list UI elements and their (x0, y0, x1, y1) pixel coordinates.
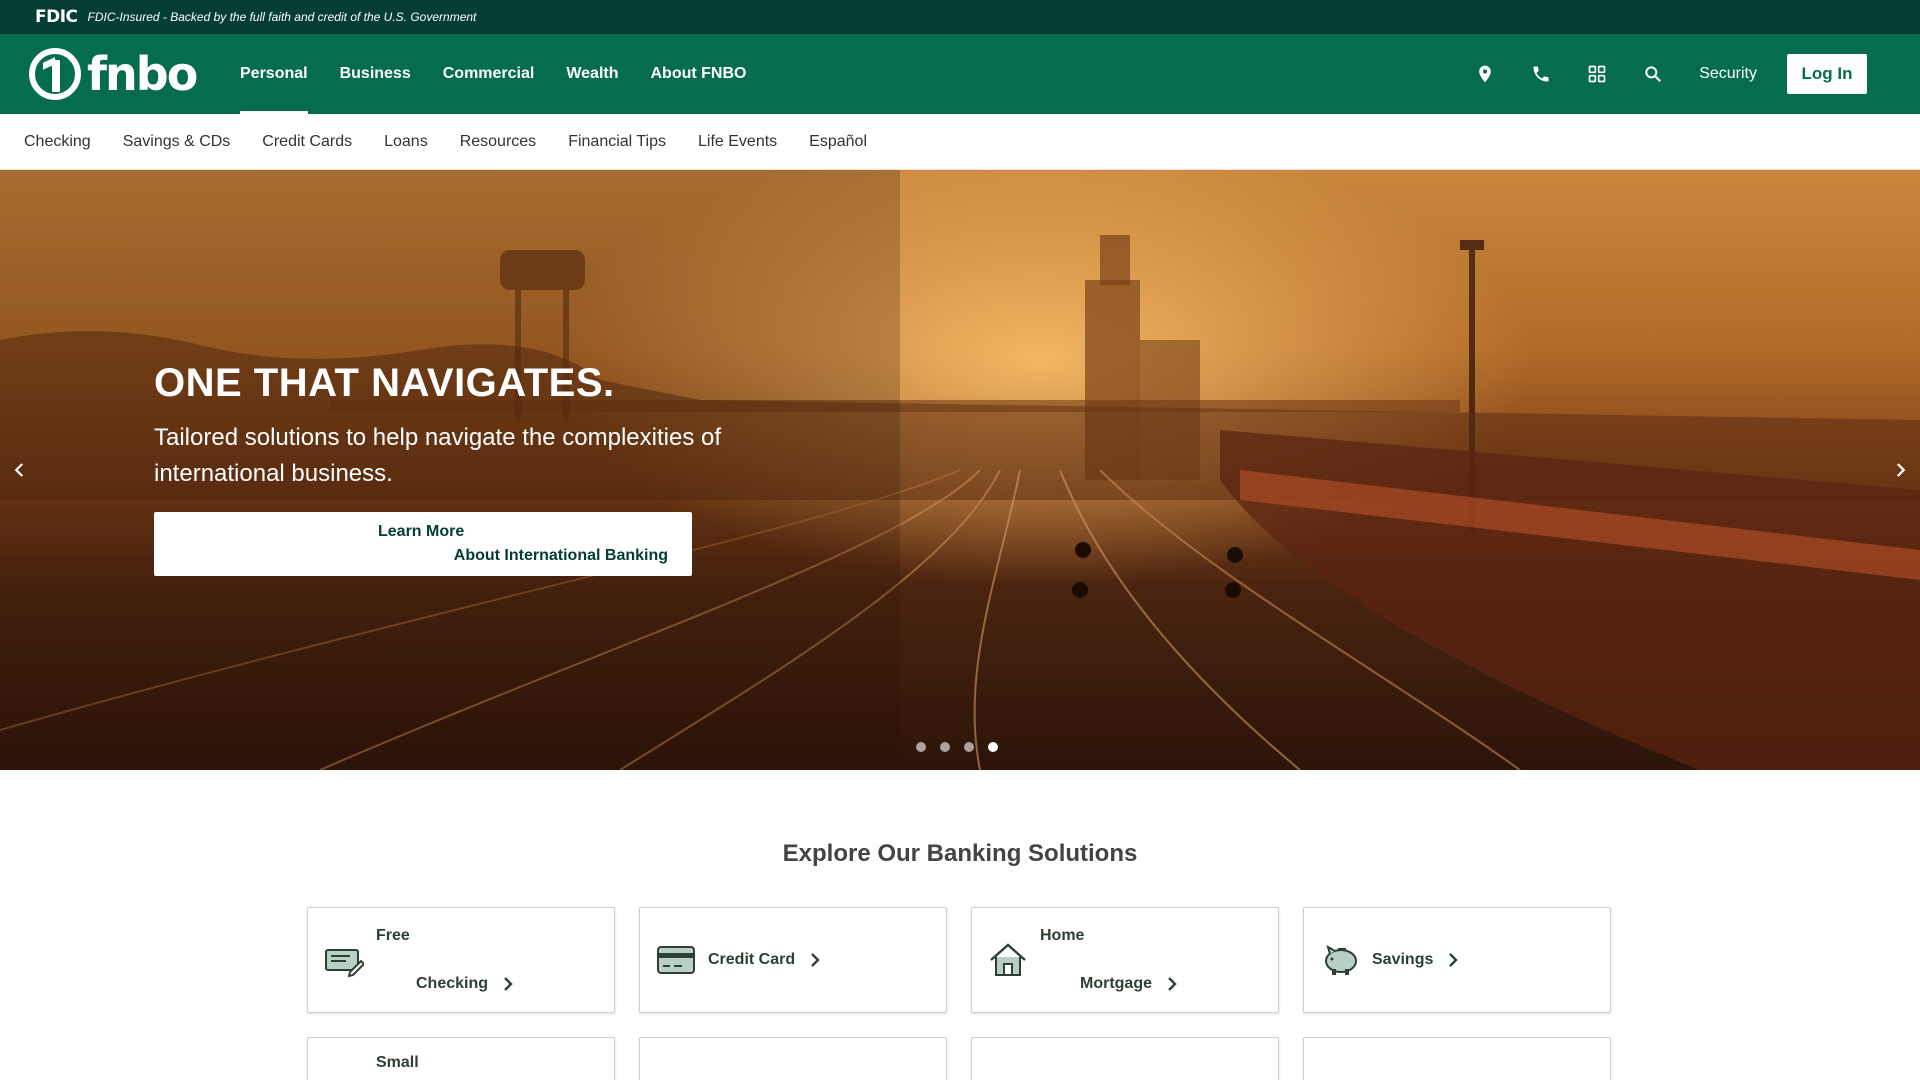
carousel-dot-4[interactable] (988, 742, 998, 752)
nav-business[interactable]: Business (324, 34, 427, 114)
subnav-credit-cards[interactable]: Credit Cards (246, 133, 368, 151)
subnav-life-events[interactable]: Life Events (682, 133, 793, 151)
piggy-bank-icon (1325, 944, 1357, 975)
solution-card-free-checking[interactable]: Free Checking (307, 907, 615, 1013)
card-label: Savings (1372, 951, 1434, 968)
carousel-dot-2[interactable] (940, 742, 950, 752)
chevron-right-icon (811, 953, 820, 967)
hero-title-strong: ONE (154, 361, 243, 405)
checkbook-icon (325, 949, 364, 978)
nav-commercial[interactable]: Commercial (427, 34, 551, 114)
nav-label: About FNBO (650, 65, 747, 82)
card-label-line-1: Free (376, 927, 410, 944)
primary-nav: Personal Business Commercial Wealth Abou… (224, 34, 762, 114)
learn-more-international-banking-button[interactable]: Learn More About International Banking (154, 512, 692, 576)
carousel-dot-1[interactable] (916, 742, 926, 752)
carousel-next-button[interactable] (1880, 438, 1920, 502)
subnav-checking[interactable]: Checking (8, 133, 107, 151)
security-link[interactable]: Security (1681, 65, 1787, 83)
house-icon (990, 943, 1026, 976)
nav-personal[interactable]: Personal (224, 34, 324, 114)
solution-card-8[interactable] (1303, 1037, 1611, 1080)
header-tools: Security Log In (1457, 34, 1867, 114)
carousel-dots (916, 742, 998, 752)
nav-label: Business (339, 65, 411, 82)
cta-line-1: Learn More (378, 523, 465, 540)
carousel-dot-3[interactable] (964, 742, 974, 752)
explore-heading: Explore Our Banking Solutions (782, 840, 1138, 867)
chevron-right-icon (1896, 463, 1906, 477)
solution-card-6[interactable] (639, 1037, 947, 1080)
fnbo-logo[interactable]: fnbo (29, 46, 198, 102)
carousel-prev-button[interactable] (0, 438, 40, 502)
credit-card-icon (657, 946, 695, 974)
subnav-savings-cds[interactable]: Savings & CDs (107, 133, 247, 151)
hero-title-rest: THAT NAVIGATES. (242, 361, 615, 405)
banking-solutions-grid: Free Checking Credit Card Home Mortgage … (307, 907, 1613, 1080)
solution-card-savings[interactable]: Savings (1303, 907, 1611, 1013)
nav-label: Personal (240, 65, 308, 82)
chevron-right-icon (504, 977, 513, 991)
chevron-right-icon (1168, 977, 1177, 991)
card-label-line-2: Mortgage (1080, 975, 1152, 992)
nav-label: Commercial (442, 65, 535, 82)
location-pin-icon[interactable] (1457, 54, 1513, 94)
login-button[interactable]: Log In (1787, 54, 1867, 94)
fdic-logo: FDIC (35, 7, 78, 27)
solution-card-credit-card[interactable]: Credit Card (639, 907, 947, 1013)
brand-name: fnbo (87, 47, 198, 101)
hero-subtitle: Tailored solutions to help navigate the … (154, 424, 721, 487)
subnav-espanol[interactable]: Español (793, 133, 883, 151)
card-label: Credit Card (708, 951, 796, 968)
nav-label: Wealth (566, 65, 619, 82)
nav-about-fnbo[interactable]: About FNBO (634, 34, 762, 114)
app-grid-icon[interactable] (1569, 54, 1625, 94)
fdic-disclaimer: FDIC-Insured - Backed by the full faith … (87, 10, 477, 24)
chevron-right-icon (1449, 953, 1459, 967)
secondary-nav: Checking Savings & CDs Credit Cards Loan… (0, 114, 1920, 170)
search-icon[interactable] (1625, 54, 1681, 94)
subnav-financial-tips[interactable]: Financial Tips (552, 133, 682, 151)
hero-carousel: ONE THAT NAVIGATES. Tailored solutions t… (0, 170, 1920, 770)
chevron-left-icon (14, 463, 24, 477)
card-label: Small (376, 1054, 419, 1071)
card-label-line-1: Home (1040, 927, 1085, 944)
solution-card-7[interactable] (971, 1037, 1279, 1080)
card-label-line-2: Checking (416, 975, 489, 992)
subnav-loans[interactable]: Loans (368, 133, 444, 151)
solution-card-home-mortgage[interactable]: Home Mortgage (971, 907, 1279, 1013)
hero-content: ONE THAT NAVIGATES. Tailored solutions t… (154, 360, 834, 576)
fnbo-one-mark-icon (29, 48, 81, 100)
nav-wealth[interactable]: Wealth (550, 34, 634, 114)
fdic-banner: FDIC FDIC-Insured - Backed by the full f… (0, 0, 1920, 34)
solution-card-small-business[interactable]: Small (307, 1037, 615, 1080)
cta-line-2: About International Banking (453, 547, 668, 564)
main-header: fnbo Personal Business Commercial Wealth… (0, 34, 1920, 114)
subnav-resources[interactable]: Resources (444, 133, 552, 151)
hero-title: ONE THAT NAVIGATES. (154, 360, 834, 406)
phone-icon[interactable] (1513, 54, 1569, 94)
